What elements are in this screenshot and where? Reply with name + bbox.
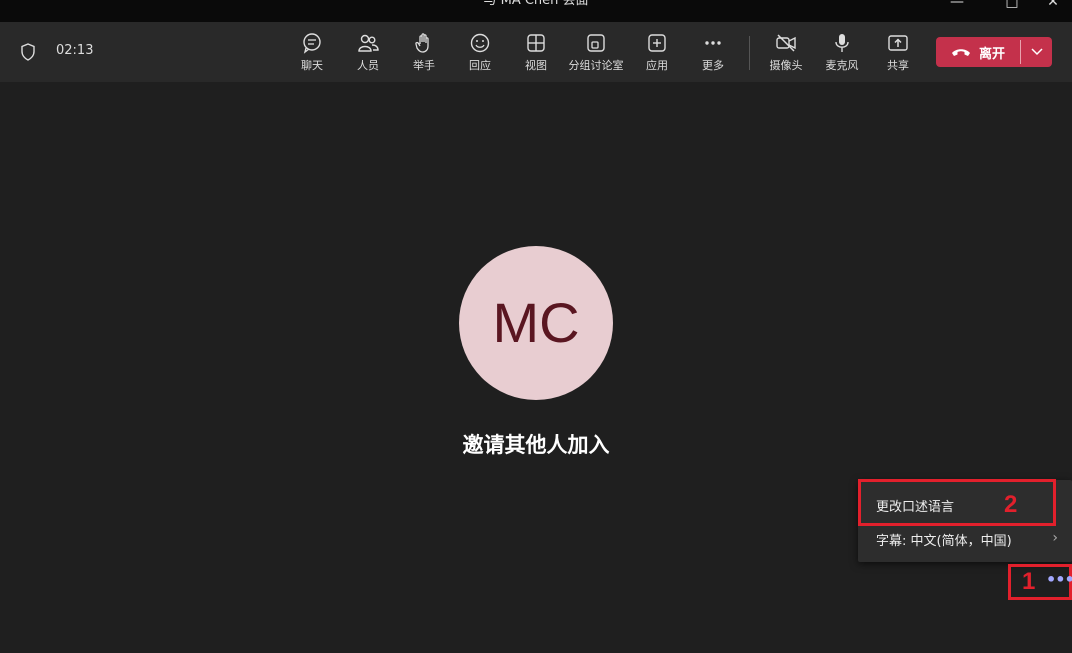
camera-off-icon [776,34,796,52]
breakout-rooms-label: 分组讨论室 [568,59,624,72]
leave-button[interactable]: 离开 [936,37,1020,67]
annotation-number-2: 2 [1004,491,1018,518]
leave-label: 离开 [978,46,1005,62]
hand-icon [415,33,429,53]
title-bar: 与 MA Chen 会面 — □ ✕ [0,0,1072,22]
invite-others-text[interactable]: 邀请其他人加入 [0,429,1072,459]
annotation-box-2 [858,479,1056,526]
caption-language-label: 字幕: 中文(简体，中国) [876,534,1012,549]
shield-icon[interactable] [20,43,36,61]
view-label: 视图 [525,59,547,72]
react-label: 回应 [469,59,491,72]
apps-button[interactable]: 应用 [637,32,677,76]
grid-view-icon [527,34,545,52]
react-button[interactable]: 回应 [460,32,500,76]
chat-label: 聊天 [301,59,323,72]
toolbar-separator [749,36,750,70]
apps-label: 应用 [646,59,668,72]
chevron-down-icon [1030,48,1043,56]
breakout-rooms-icon [587,34,605,52]
more-button[interactable]: 更多 [693,32,733,76]
chevron-right-icon: › [1052,530,1058,546]
raise-hand-button[interactable]: 举手 [404,32,444,76]
share-tray-icon [888,35,908,51]
caption-options-icon[interactable]: ••• [1046,570,1072,589]
leave-options-button[interactable] [1021,37,1052,67]
chat-icon [303,33,321,54]
camera-button[interactable]: 摄像头 [766,32,806,76]
annotation-number-1: 1 [1022,568,1036,595]
close-button[interactable]: ✕ [1030,0,1072,15]
more-icon [705,41,721,45]
mic-button[interactable]: 麦克风 [822,32,862,76]
mic-label: 麦克风 [825,59,859,72]
share-button[interactable]: 共享 [878,32,918,76]
people-label: 人员 [357,59,379,72]
view-button[interactable]: 视图 [516,32,556,76]
minimize-button[interactable]: — [934,0,980,15]
meeting-timer: 02:13 [56,43,94,58]
maximize-button[interactable]: □ [989,0,1035,15]
breakout-rooms-button[interactable]: 分组讨论室 [566,32,626,76]
camera-label: 摄像头 [769,59,803,72]
avatar: MC [459,246,613,400]
meeting-toolbar: 02:13 聊天 人员 举手 回应 视图 分组讨论室 应用 更多 摄像头 麦克风… [0,22,1072,82]
share-label: 共享 [887,59,909,72]
microphone-icon [835,34,849,52]
more-label: 更多 [702,59,724,72]
people-button[interactable]: 人员 [348,32,388,76]
smiley-icon [470,33,490,53]
chat-button[interactable]: 聊天 [292,32,332,76]
people-icon [358,34,379,52]
leave-control: 离开 [936,37,1052,67]
hang-up-icon [951,49,970,56]
window-title: 与 MA Chen 会面 [483,0,589,8]
raise-hand-label: 举手 [413,59,435,72]
add-app-icon [648,34,666,52]
